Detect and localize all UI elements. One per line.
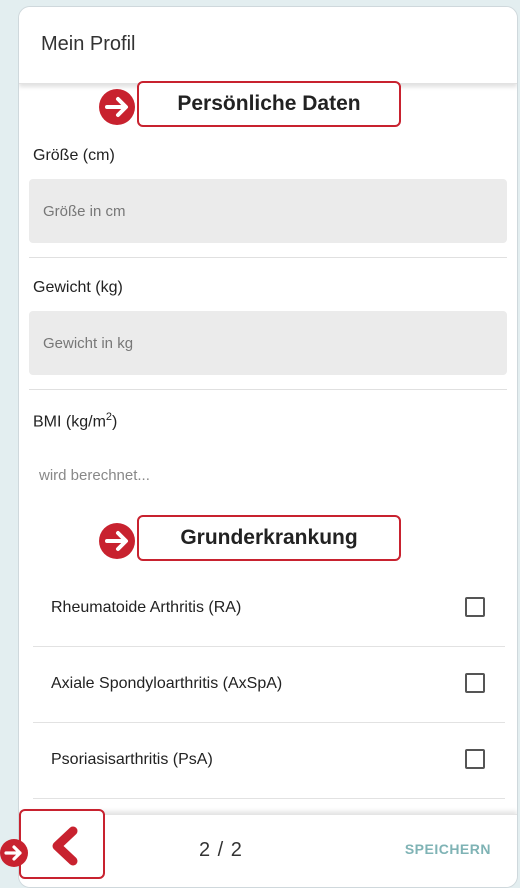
arrow-right-icon [0, 839, 28, 867]
save-button[interactable]: SPEICHERN [405, 841, 491, 857]
bmi-label: BMI (kg/m2) [33, 411, 117, 431]
divider [29, 389, 507, 390]
bmi-label-main: BMI (kg/m [33, 413, 106, 431]
disease-label: Axiale Spondyloarthritis (AxSpA) [51, 675, 283, 692]
section-title-personal: Persönliche Daten [137, 81, 401, 127]
divider [29, 257, 507, 258]
profile-card: Mein Profil Persönliche Daten Größe (cm)… [18, 6, 518, 888]
section-title-disease: Grunderkrankung [137, 515, 401, 561]
checkbox[interactable] [465, 673, 485, 693]
app-bar: Mein Profil [19, 7, 517, 84]
weight-input[interactable] [29, 311, 507, 375]
weight-label: Gewicht (kg) [33, 279, 123, 296]
page-indicator: 2 / 2 [199, 839, 243, 861]
disease-item-psa[interactable]: Psoriasisarthritis (PsA) [33, 723, 505, 799]
bmi-label-end: ) [112, 413, 118, 431]
height-label: Größe (cm) [33, 147, 115, 164]
height-input[interactable] [29, 179, 507, 243]
bmi-value: wird berechnet... [39, 467, 150, 484]
disease-item-axspa[interactable]: Axiale Spondyloarthritis (AxSpA) [33, 647, 505, 723]
divider [33, 798, 505, 799]
disease-item-ra[interactable]: Rheumatoide Arthritis (RA) [33, 571, 505, 647]
page-title: Mein Profil [41, 33, 136, 55]
checkbox[interactable] [465, 749, 485, 769]
checkbox[interactable] [465, 597, 485, 617]
disease-label: Psoriasisarthritis (PsA) [51, 751, 213, 768]
back-button[interactable] [19, 809, 105, 879]
arrow-right-icon [99, 89, 135, 125]
bottom-bar: 2 / 2 SPEICHERN [19, 809, 517, 887]
chevron-left-icon [52, 826, 78, 866]
arrow-right-icon [99, 523, 135, 559]
disease-label: Rheumatoide Arthritis (RA) [51, 599, 242, 616]
